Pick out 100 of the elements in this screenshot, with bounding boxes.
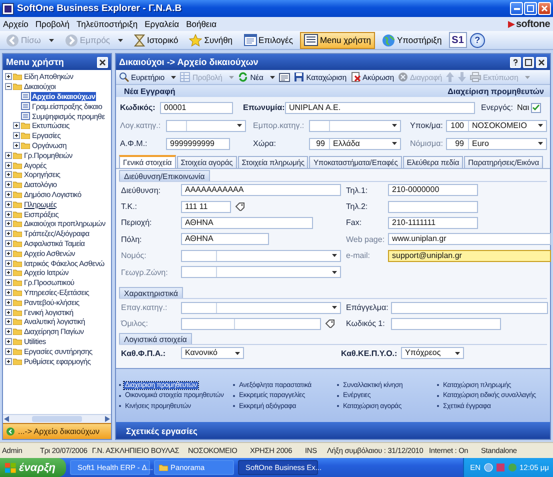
input-field[interactable]: 111 11 <box>181 200 231 213</box>
expand-icon[interactable] <box>5 260 12 267</box>
expand-icon[interactable] <box>5 210 12 218</box>
expand-icon[interactable] <box>13 122 20 130</box>
menu-item[interactable]: Εργαλεία <box>144 19 180 29</box>
field-label: Κωδικός: <box>120 103 156 112</box>
expand-icon[interactable] <box>5 308 12 316</box>
document-icon <box>21 112 30 120</box>
input-field[interactable] <box>391 318 501 330</box>
input-field[interactable]: 210-1111111 <box>388 216 478 229</box>
field-label: Επωνυμία: <box>243 103 285 112</box>
expand-icon[interactable] <box>5 328 12 336</box>
toolbar-button[interactable]: Συνήθη <box>185 32 237 48</box>
field-label: Νόμισμα: <box>410 139 444 148</box>
sidebar-title: Menu χρήστη <box>6 57 64 67</box>
app-logo-button[interactable]: S1 <box>448 32 467 48</box>
expand-icon[interactable] <box>5 181 12 188</box>
expand-icon[interactable] <box>5 358 12 364</box>
expand-icon[interactable] <box>5 269 12 276</box>
maximize-button[interactable] <box>524 2 537 15</box>
help-button[interactable]: ? <box>470 32 485 48</box>
field-label: Επαγ.κατηγ.: <box>121 303 168 312</box>
expand-icon[interactable] <box>13 142 20 149</box>
toolbar-button[interactable]: Υποστήριξη <box>378 32 446 48</box>
field-label: Επάγγελμα: <box>346 303 390 312</box>
record-state: Νέα Εγγραφή <box>124 86 176 96</box>
field-label: Εμπορ.κατηγ.: <box>253 121 306 130</box>
input-field[interactable]: AAAAAAAAAAA <box>181 184 341 196</box>
field-label: Τ.Κ.: <box>121 202 138 212</box>
expand-icon[interactable] <box>5 288 12 296</box>
combo-box[interactable]: Υπόχρεος <box>401 347 464 360</box>
caret-icon <box>455 352 460 355</box>
caret-icon <box>118 38 124 42</box>
combo-box[interactable]: 100 ΝΟΣΟΚΟΜΕΙΟ <box>446 120 547 132</box>
folder-icon <box>158 464 168 471</box>
scroll-left-icon[interactable] <box>4 416 9 422</box>
menu-item[interactable]: Τηλεϋποστήριξη <box>76 19 138 29</box>
field-label: Τηλ.2: <box>346 202 369 212</box>
expand-icon[interactable] <box>5 220 12 228</box>
input-field[interactable]: UNIPLAN A.E. <box>285 102 475 114</box>
restore-icon <box>525 58 532 66</box>
search-icon <box>119 72 129 82</box>
minimize-button[interactable] <box>510 2 523 15</box>
window-title: SoftOne Business Explorer - Γ.Ν.Α.Β <box>17 3 182 14</box>
maximize-icon <box>527 5 534 12</box>
menu-item[interactable]: Βοήθεια <box>186 19 217 29</box>
section-title: Σχετικές εργασίες <box>126 426 198 436</box>
input-field[interactable]: ΑΘΗΝΑ <box>181 216 313 229</box>
menu-item[interactable]: Προβολή <box>35 19 70 29</box>
toolbar-button[interactable]: Menu χρήστη <box>300 32 375 48</box>
expand-icon[interactable] <box>5 348 12 355</box>
input-field[interactable]: 210-0000000 <box>388 184 478 196</box>
collapse-icon[interactable] <box>5 83 12 90</box>
star-icon <box>189 34 202 46</box>
input-field[interactable] <box>388 200 478 213</box>
document-icon <box>21 102 30 110</box>
expand-icon[interactable] <box>5 162 12 169</box>
expand-icon[interactable] <box>5 190 12 198</box>
tag-icon <box>235 202 245 212</box>
caret-icon <box>171 76 176 78</box>
expand-icon[interactable] <box>5 338 12 345</box>
expand-icon[interactable] <box>5 230 12 238</box>
field-label: e-mail: <box>346 251 372 260</box>
expand-icon[interactable] <box>5 152 12 159</box>
expand-icon[interactable] <box>5 318 12 326</box>
expand-icon[interactable] <box>5 200 12 208</box>
combo-box[interactable]: 99 Ελλάδα <box>309 138 401 150</box>
expand-icon[interactable] <box>5 240 12 247</box>
checkbox[interactable] <box>531 102 542 112</box>
toolbar-button[interactable]: Ιστορικό <box>130 32 182 48</box>
input-field[interactable]: ΑΘΗΝΑ <box>181 233 269 246</box>
restore-button[interactable] <box>523 56 534 68</box>
close-button[interactable] <box>97 56 108 68</box>
expand-icon[interactable] <box>5 250 12 257</box>
input-field[interactable]: 00001 <box>160 102 233 114</box>
close-button[interactable] <box>536 56 547 68</box>
field-label: Web page: <box>346 234 386 244</box>
caret-icon <box>235 352 240 355</box>
input-field[interactable] <box>391 302 548 314</box>
toolbar-button[interactable]: Επιλογές <box>240 32 297 48</box>
delete-icon <box>398 72 408 82</box>
scroll-right-icon[interactable] <box>105 416 110 422</box>
expand-icon[interactable] <box>5 73 12 80</box>
expand-icon[interactable] <box>5 298 12 306</box>
close-icon <box>538 58 545 66</box>
help-button[interactable] <box>510 56 521 68</box>
toolbar-button[interactable] <box>278 70 292 84</box>
input-field[interactable]: 9999999999 <box>166 138 230 150</box>
field-label: Fax: <box>346 218 363 228</box>
expand-icon[interactable] <box>5 279 12 286</box>
windows-flag-icon <box>5 462 16 472</box>
menu-item[interactable]: Αρχείο <box>3 19 28 29</box>
combo-box[interactable]: Κανονικό <box>181 347 244 360</box>
hourglass-icon <box>134 34 146 46</box>
expand-icon[interactable] <box>13 132 20 140</box>
caret-icon <box>538 124 543 127</box>
document-icon <box>21 92 30 100</box>
expand-icon[interactable] <box>5 171 12 178</box>
help-icon <box>512 58 519 66</box>
horizontal-scrollbar[interactable] <box>3 414 111 423</box>
